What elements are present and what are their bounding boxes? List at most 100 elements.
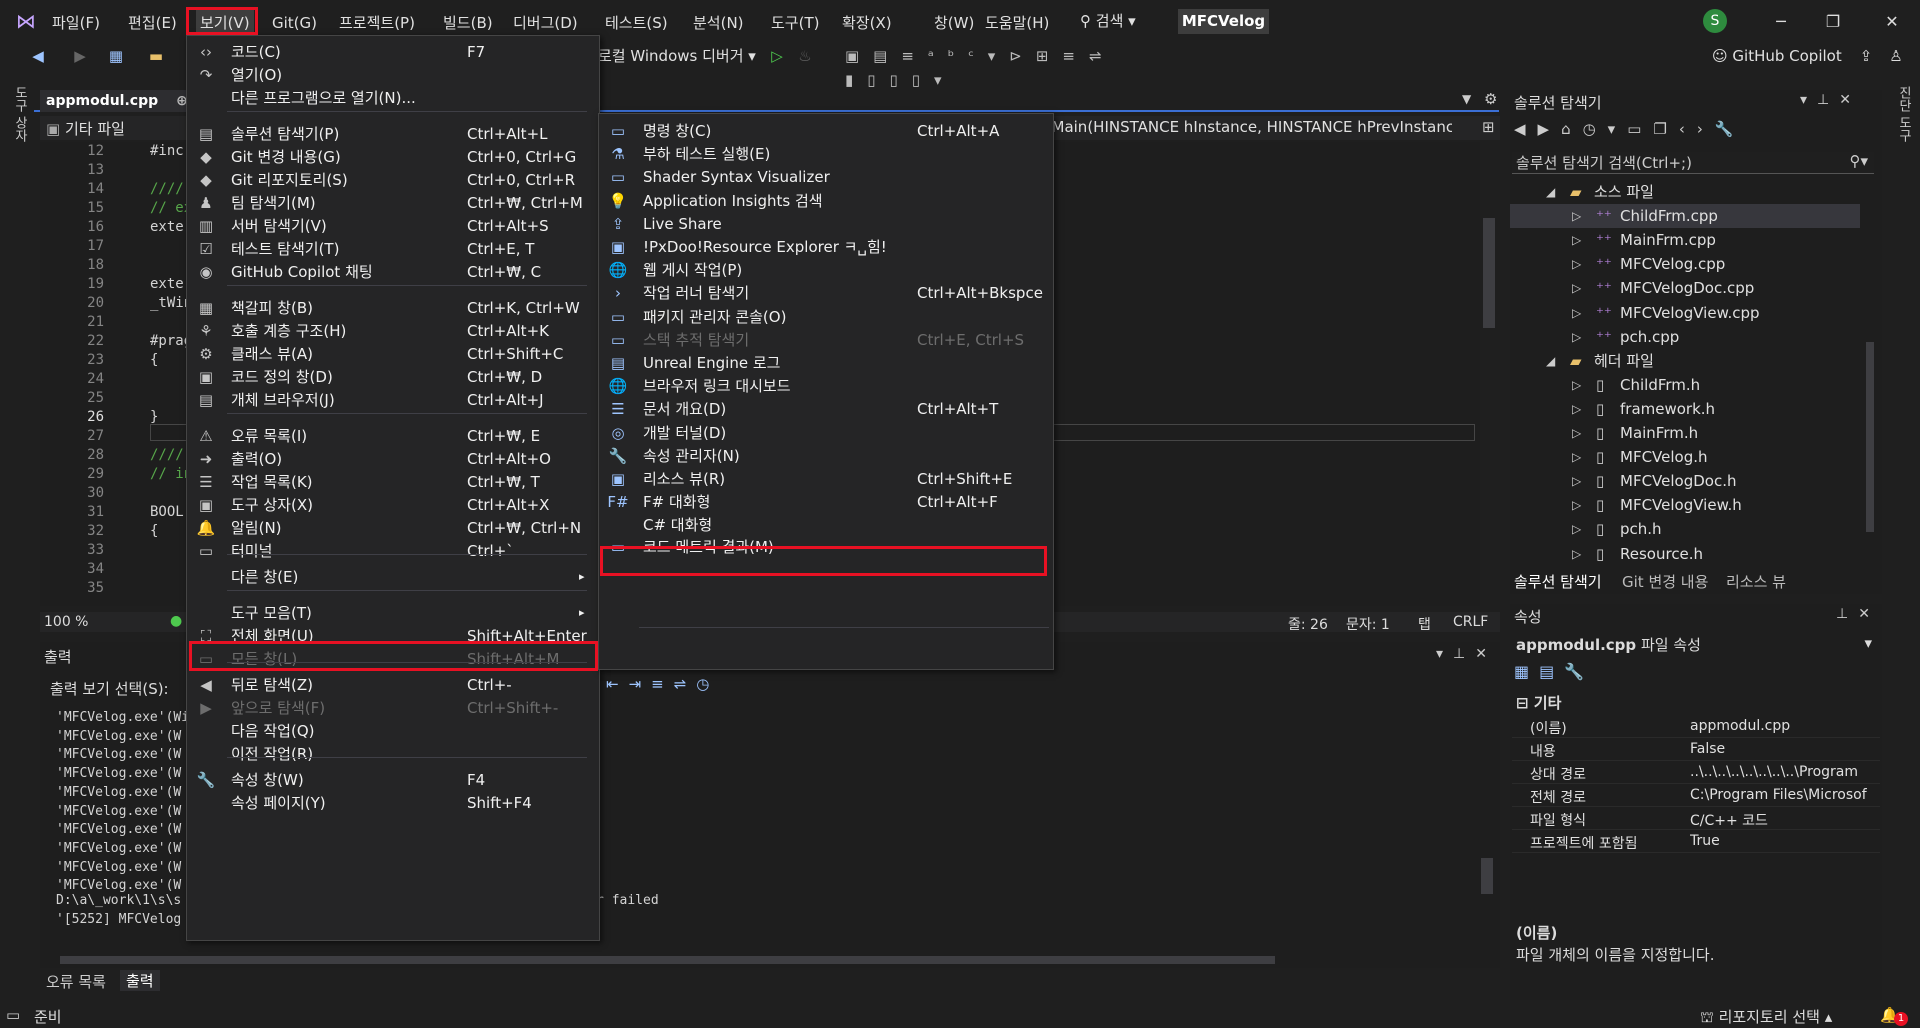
solution-bottom-tab[interactable]: Git 변경 내용 bbox=[1622, 571, 1708, 592]
other-windows-item[interactable]: ▭ 스택 추적 탐색기 Ctrl+E, Ctrl+S bbox=[599, 327, 1053, 353]
view-menu-item[interactable]: ▭ 모든 창(L) Shift+Alt+M bbox=[187, 646, 599, 672]
other-windows-item[interactable]: 💡 Application Insights 검색 bbox=[599, 188, 1053, 214]
tree-item[interactable]: ▷ ⁺⁺ MFCVelogView.cpp bbox=[1510, 301, 1860, 325]
tree-item[interactable]: ▷ ▯ MainFrm.h bbox=[1510, 421, 1860, 445]
toolbox-tab[interactable]: 도구 상자 bbox=[10, 86, 29, 142]
collapsed-icon[interactable]: ▷ bbox=[1572, 493, 1581, 517]
collapsed-icon[interactable]: ▷ bbox=[1572, 542, 1581, 566]
start-icon[interactable]: ▷ bbox=[767, 44, 787, 68]
tree-item[interactable]: ◢ ▰ 헤더 파일 bbox=[1510, 349, 1860, 373]
diagnostic-tools-tab[interactable]: 진단 도구 bbox=[1894, 86, 1913, 142]
other-windows-item[interactable]: ▭ 명령 창(C) Ctrl+Alt+A bbox=[599, 118, 1053, 144]
tree-item[interactable]: ▷ ⁺⁺ ChildFrm.cpp bbox=[1510, 204, 1860, 229]
gear-icon[interactable]: ⚙ bbox=[1484, 90, 1497, 108]
collapsed-icon[interactable]: ▷ bbox=[1572, 445, 1581, 469]
property-row[interactable]: 내용 False bbox=[1512, 738, 1880, 761]
function-nav[interactable]: nMain(HINSTANCE hInstance, HINSTANCE hPr… bbox=[1042, 118, 1452, 136]
other-windows-item[interactable]: 🌐 웹 게시 작업(P) bbox=[599, 257, 1053, 283]
collapsed-icon[interactable]: ▷ bbox=[1572, 421, 1581, 445]
menu-item-6[interactable]: 디버그(D) bbox=[513, 10, 578, 36]
editor-scrollbar[interactable] bbox=[1483, 218, 1495, 328]
avatar[interactable]: S bbox=[1703, 9, 1727, 33]
tree-item[interactable]: ◢ ▰ 소스 파일 bbox=[1510, 180, 1860, 204]
col-indicator[interactable]: 문자: 1 bbox=[1346, 614, 1390, 634]
other-windows-item[interactable]: 🔧 속성 관리자(N) bbox=[599, 443, 1053, 469]
other-windows-item[interactable]: 🌐 브라우저 링크 대시보드 bbox=[599, 373, 1053, 399]
hot-reload-icon[interactable]: ♨ bbox=[795, 44, 815, 68]
menu-item-5[interactable]: 빌드(B) bbox=[443, 10, 493, 36]
menu-item-11[interactable]: 창(W) bbox=[934, 10, 974, 36]
tree-item[interactable]: ▷ ⁺⁺ MFCVelog.cpp bbox=[1510, 252, 1860, 276]
open-icon[interactable]: ▬ bbox=[146, 44, 166, 68]
collapsed-icon[interactable]: ▷ bbox=[1572, 373, 1581, 397]
properties-controls[interactable]: ⊥✕ bbox=[1836, 606, 1880, 622]
other-windows-item[interactable]: ▣ 리소스 뷰(R) Ctrl+Shift+E bbox=[599, 466, 1053, 492]
expanded-icon[interactable]: ◢ bbox=[1546, 349, 1555, 373]
tree-item[interactable]: ▷ ▯ Resource.h bbox=[1510, 542, 1860, 566]
menu-item-8[interactable]: 분석(N) bbox=[693, 10, 744, 36]
view-menu-item[interactable]: 이전 작업(R) bbox=[187, 741, 599, 767]
other-windows-item[interactable]: ▣ !PxDoo!Resource Explorer ㅋ␣힘! bbox=[599, 234, 1053, 260]
user-icon[interactable]: ♙ bbox=[1886, 44, 1906, 68]
other-windows-item[interactable]: ◎ 개발 터널(D) bbox=[599, 420, 1053, 446]
tree-item[interactable]: ▷ ▯ ChildFrm.h bbox=[1510, 373, 1860, 397]
debugger-dropdown[interactable]: 로컬 Windows 디버거 ▾ bbox=[598, 45, 756, 67]
split-icon[interactable]: ⊞ bbox=[1482, 118, 1495, 136]
other-windows-item[interactable]: ▭ Shader Syntax Visualizer bbox=[599, 164, 1053, 190]
collapsed-icon[interactable]: ▷ bbox=[1572, 228, 1581, 252]
property-row[interactable]: 상대 경로 ..\..\..\..\..\..\..\..\Program bbox=[1512, 761, 1880, 784]
collapsed-icon[interactable]: ▷ bbox=[1572, 204, 1581, 228]
other-windows-item[interactable]: ⇪ Live Share bbox=[599, 211, 1053, 237]
other-windows-item[interactable]: F# F# 대화형 Ctrl+Alt+F bbox=[599, 489, 1053, 515]
line-indicator[interactable]: 줄: 26 bbox=[1288, 614, 1328, 634]
collapsed-icon[interactable]: ▷ bbox=[1572, 276, 1581, 300]
other-windows-item[interactable]: ▭ 코드 메트릭 결과(M) bbox=[599, 534, 1053, 560]
property-row[interactable]: (이름) appmodul.cpp bbox=[1512, 715, 1880, 738]
tree-item[interactable]: ▷ ⁺⁺ pch.cpp bbox=[1510, 325, 1860, 349]
view-menu-item[interactable]: ▤ 개체 브라우저(J) Ctrl+Alt+J bbox=[187, 387, 599, 413]
collapsed-icon[interactable]: ▷ bbox=[1572, 517, 1581, 541]
property-row[interactable]: 파일 형식 C/C++ 코드 bbox=[1512, 807, 1880, 830]
search-box[interactable]: ⚲ 검색 ▾ bbox=[1080, 8, 1168, 34]
repo-selector[interactable]: ⛫ 리포지토리 선택 ▴ bbox=[1700, 1006, 1832, 1028]
zoom-level[interactable]: 100 % bbox=[44, 614, 88, 630]
menu-item-0[interactable]: 파일(F) bbox=[52, 10, 100, 36]
other-windows-item[interactable]: ☰ 문서 개요(D) Ctrl+Alt+T bbox=[599, 396, 1053, 422]
solution-search-input[interactable]: 솔루션 탐색기 검색(Ctrl+;) ⚲▾ bbox=[1512, 152, 1874, 174]
menu-item-7[interactable]: 테스트(S) bbox=[605, 10, 668, 36]
other-windows-item[interactable]: ▭ 패키지 관리자 콘솔(O) bbox=[599, 304, 1053, 330]
share-icon[interactable]: ⇪ bbox=[1856, 44, 1876, 68]
tree-item[interactable]: ▷ ▯ MFCVelogView.h bbox=[1510, 493, 1860, 517]
view-menu-item[interactable]: ◉ GitHub Copilot 채팅 Ctrl+₩, C bbox=[187, 259, 599, 285]
menu-item-12[interactable]: 도움말(H) bbox=[985, 10, 1049, 36]
tree-item[interactable]: ▷ ⁺⁺ MFCVelogDoc.cpp bbox=[1510, 276, 1860, 300]
output-panel-controls[interactable]: ▾⊥✕ bbox=[1436, 646, 1497, 662]
back-icon[interactable]: ◀ bbox=[28, 44, 48, 68]
view-menu-item[interactable]: 속성 페이지(Y) Shift+F4 bbox=[187, 790, 599, 816]
collapsed-icon[interactable]: ▷ bbox=[1572, 252, 1581, 276]
solution-scrollbar[interactable] bbox=[1866, 342, 1874, 532]
panel-controls[interactable]: ▾⊥✕ bbox=[1800, 92, 1861, 108]
tree-item[interactable]: ▷ ▯ MFCVelogDoc.h bbox=[1510, 469, 1860, 493]
minimize-button[interactable]: ─ bbox=[1761, 10, 1801, 34]
tab-dropdown-icon[interactable]: ▼ bbox=[1462, 92, 1471, 106]
menu-item-9[interactable]: 도구(T) bbox=[771, 10, 819, 36]
tree-item[interactable]: ▷ ▯ framework.h bbox=[1510, 397, 1860, 421]
tab-appmodul-cpp[interactable]: appmodul.cpp ⊕ bbox=[40, 90, 190, 112]
property-row[interactable]: 프로젝트에 포함됨 True bbox=[1512, 830, 1880, 853]
collapsed-icon[interactable]: ▷ bbox=[1572, 397, 1581, 421]
maximize-button[interactable]: ❐ bbox=[1813, 10, 1853, 34]
properties-object-dropdown[interactable]: appmodul.cpp 파일 속성 ▾ bbox=[1516, 634, 1872, 655]
view-menu-item[interactable]: 다른 창(E) ▸ bbox=[187, 564, 599, 590]
view-menu-item[interactable]: 다른 프로그램으로 열기(N)... bbox=[187, 85, 599, 111]
menu-item-4[interactable]: 프로젝트(P) bbox=[339, 10, 415, 36]
tab-mode-indicator[interactable]: 탭 bbox=[1418, 614, 1431, 634]
new-item-icon[interactable]: ▦ bbox=[106, 44, 126, 68]
tree-item[interactable]: ▷ ▯ pch.h bbox=[1510, 517, 1860, 541]
tree-item[interactable]: ▷ ⁺⁺ MainFrm.cpp bbox=[1510, 228, 1860, 252]
collapsed-icon[interactable]: ▷ bbox=[1572, 325, 1581, 349]
menu-item-10[interactable]: 확장(X) bbox=[842, 10, 892, 36]
output-scrollbar[interactable] bbox=[1481, 858, 1493, 894]
other-windows-item[interactable]: ⚗ 부하 테스트 실행(E) bbox=[599, 141, 1053, 167]
menu-item-2[interactable]: 보기(V) bbox=[196, 10, 254, 36]
